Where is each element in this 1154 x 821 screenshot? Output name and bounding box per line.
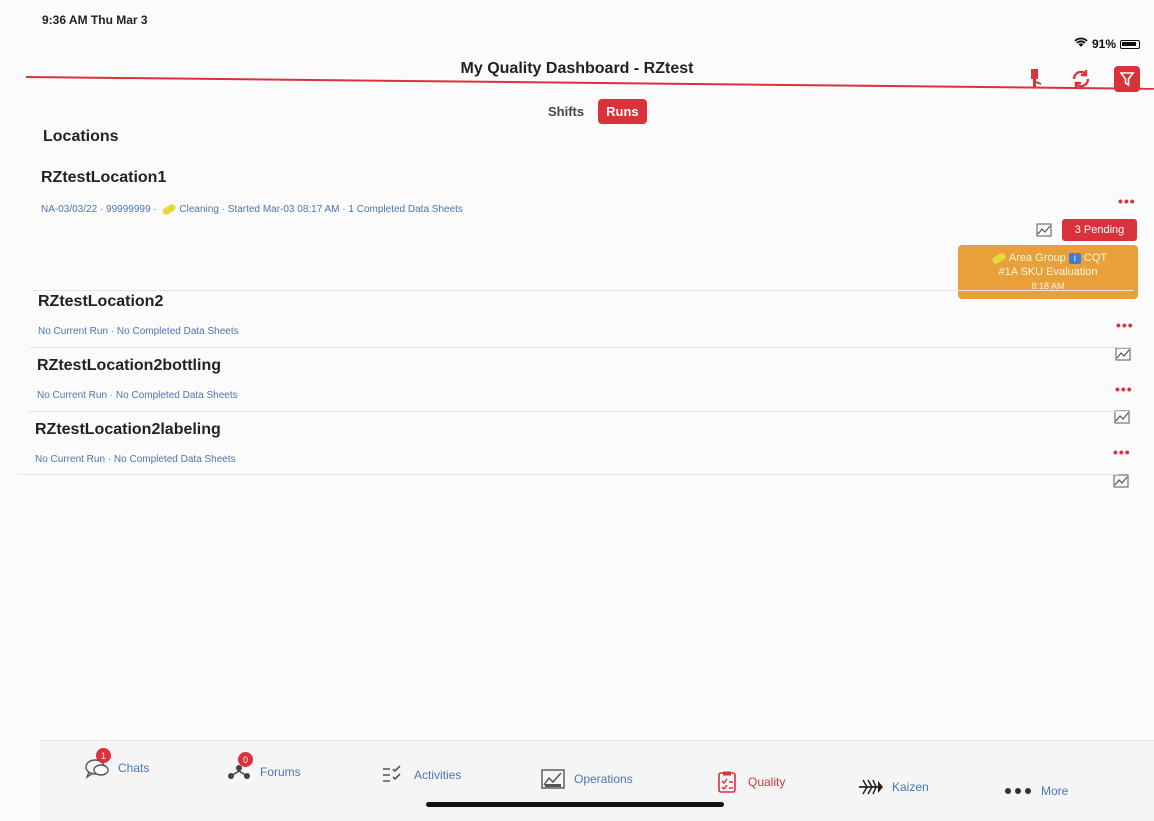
tab-quality[interactable]: Quality bbox=[714, 770, 785, 794]
row-divider bbox=[34, 290, 1134, 291]
filter-icon[interactable] bbox=[1114, 66, 1140, 92]
shifts-runs-segment: Shifts Runs bbox=[540, 99, 647, 124]
wifi-icon bbox=[1074, 37, 1088, 51]
chart-icon[interactable] bbox=[1115, 347, 1131, 361]
location-meta: No Current Run · No Completed Data Sheet… bbox=[37, 390, 238, 401]
location-name[interactable]: RZtestLocation2bottling bbox=[37, 357, 221, 375]
area-group-label: Area Group bbox=[1008, 252, 1066, 264]
more-options-icon[interactable]: ••• bbox=[1115, 381, 1133, 397]
screen: 9:36 AM Thu Mar 3 91% My Quality Dashboa… bbox=[0, 0, 1154, 821]
refresh-icon[interactable] bbox=[1068, 66, 1094, 92]
section-title: Locations bbox=[43, 128, 119, 145]
operations-icon bbox=[540, 767, 566, 791]
chats-badge: 1 bbox=[96, 748, 111, 763]
status-time: 9:36 AM Thu Mar 3 bbox=[42, 13, 148, 27]
sample-tool-icon[interactable] bbox=[1022, 66, 1048, 92]
forums-icon: 0 bbox=[226, 752, 253, 784]
info-icon: i bbox=[1068, 252, 1081, 264]
cleaning-icon bbox=[161, 202, 178, 216]
chart-icon[interactable] bbox=[1113, 474, 1129, 488]
row-divider bbox=[18, 474, 1118, 475]
home-indicator[interactable] bbox=[426, 802, 724, 807]
tab-runs[interactable]: Runs bbox=[598, 99, 647, 124]
pill-icon bbox=[991, 251, 1007, 265]
header-actions bbox=[1022, 66, 1140, 92]
tab-more[interactable]: More bbox=[1003, 779, 1068, 803]
activities-icon bbox=[380, 763, 406, 787]
chart-icon[interactable] bbox=[1036, 223, 1052, 237]
tab-label: Chats bbox=[118, 761, 150, 775]
tab-kaizen[interactable]: Kaizen bbox=[858, 775, 929, 799]
tab-chats[interactable]: 1 Chats bbox=[84, 748, 150, 780]
kaizen-icon bbox=[858, 775, 884, 799]
page-title: My Quality Dashboard - RZtest bbox=[460, 60, 694, 77]
tab-forums[interactable]: 0 Forums bbox=[226, 752, 301, 784]
status-indicators: 91% bbox=[1074, 37, 1140, 51]
tab-shifts[interactable]: Shifts bbox=[540, 99, 592, 124]
area-group-code: CQT bbox=[1083, 252, 1108, 264]
battery-icon bbox=[1120, 39, 1140, 49]
forums-badge: 0 bbox=[238, 752, 253, 767]
tab-label: Kaizen bbox=[892, 780, 929, 794]
chat-icon: 1 bbox=[84, 748, 111, 780]
area-card-line2: #1A SKU Evaluation bbox=[998, 266, 1098, 278]
location-meta: No Current Run · No Completed Data Sheet… bbox=[38, 326, 239, 337]
status-bar: 9:36 AM Thu Mar 3 bbox=[0, 0, 1154, 40]
location-meta: NA-03/03/22 · 99999999 · Cleaning · Star… bbox=[41, 202, 463, 216]
tab-label: More bbox=[1041, 784, 1069, 798]
quality-icon bbox=[714, 770, 740, 794]
location-name[interactable]: RZtestLocation2 bbox=[38, 293, 163, 311]
run-info: NA-03/03/22 · 99999999 · bbox=[41, 204, 160, 215]
run-details: · Started Mar-03 08:17 AM · 1 Completed … bbox=[218, 204, 463, 215]
location-meta: No Current Run · No Completed Data Sheet… bbox=[35, 454, 236, 465]
more-icon bbox=[1003, 779, 1033, 803]
cleaning-label: Cleaning bbox=[179, 204, 219, 215]
row-divider bbox=[28, 411, 1128, 412]
more-options-icon[interactable]: ••• bbox=[1113, 444, 1131, 460]
battery-percent: 91% bbox=[1091, 37, 1116, 51]
location-name[interactable]: RZtestLocation2labeling bbox=[35, 421, 221, 439]
tab-label: Operations bbox=[574, 772, 633, 786]
more-options-icon[interactable]: ••• bbox=[1118, 193, 1136, 209]
pending-badge[interactable]: 3 Pending bbox=[1062, 219, 1137, 241]
location-name[interactable]: RZtestLocation1 bbox=[41, 169, 166, 187]
tab-operations[interactable]: Operations bbox=[540, 767, 633, 791]
more-options-icon[interactable]: ••• bbox=[1116, 317, 1134, 333]
tab-activities[interactable]: Activities bbox=[380, 763, 461, 787]
tab-label: Quality bbox=[748, 775, 786, 789]
area-card-line1: Area Group i CQT bbox=[958, 251, 1138, 265]
tab-label: Activities bbox=[414, 768, 462, 782]
tab-label: Forums bbox=[260, 765, 301, 779]
chart-icon[interactable] bbox=[1114, 410, 1130, 424]
row-divider bbox=[30, 347, 1130, 348]
